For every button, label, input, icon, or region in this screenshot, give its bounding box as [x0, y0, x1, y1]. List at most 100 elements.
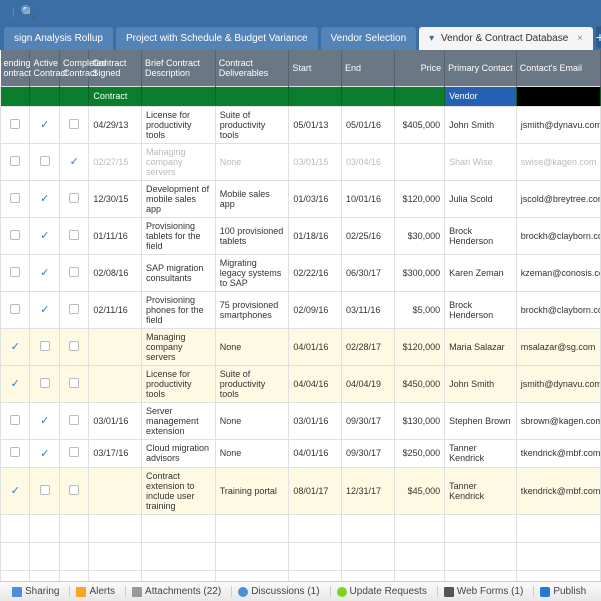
cell-active[interactable]: ✓ — [30, 106, 59, 143]
cell-active[interactable]: ✓ — [30, 439, 59, 467]
cell-contact[interactable]: Stephen Brown — [445, 402, 517, 439]
cell-description[interactable]: Managing company servers — [142, 328, 216, 365]
filter-cell[interactable] — [30, 86, 59, 106]
table-row[interactable]: ✓Managing company serversNone04/01/1602/… — [1, 328, 601, 365]
cell-completed[interactable] — [59, 328, 88, 365]
cell-price[interactable]: $450,000 — [394, 365, 445, 402]
cell-active[interactable] — [30, 328, 59, 365]
table-row[interactable]: ✓01/11/16Provisioning tablets for the fi… — [1, 217, 601, 254]
cell-price[interactable]: $405,000 — [394, 106, 445, 143]
cell-signed[interactable]: 01/11/16 — [89, 217, 142, 254]
status-discussions[interactable]: Discussions (1) — [231, 586, 325, 597]
checkbox[interactable] — [69, 267, 79, 277]
cell-completed[interactable] — [59, 106, 88, 143]
cell-contact[interactable]: Maria Salazar — [445, 328, 517, 365]
col-price[interactable]: Price — [394, 50, 445, 86]
col-pending[interactable]: ending ontract — [1, 50, 30, 86]
cell-completed[interactable] — [59, 291, 88, 328]
cell-start[interactable]: 02/22/16 — [289, 254, 342, 291]
cell-active[interactable] — [30, 467, 59, 514]
cell-price[interactable]: $45,000 — [394, 467, 445, 514]
filter-cell[interactable] — [1, 86, 30, 106]
status-alerts[interactable]: Alerts — [69, 586, 121, 597]
filter-cell[interactable] — [142, 86, 216, 106]
cell-price[interactable]: $120,000 — [394, 328, 445, 365]
checkbox[interactable] — [40, 378, 50, 388]
checkbox[interactable] — [69, 415, 79, 425]
col-primary-contact[interactable]: Primary Contact — [445, 50, 517, 86]
cell-deliverables[interactable]: Suite of productivity tools — [215, 106, 289, 143]
cell-signed[interactable]: 02/11/16 — [89, 291, 142, 328]
cell-contact[interactable]: Tanner Kendrick — [445, 467, 517, 514]
cell-end[interactable]: 04/04/19 — [342, 365, 395, 402]
filter-cell[interactable] — [59, 86, 88, 106]
status-update-requests[interactable]: Update Requests — [330, 586, 433, 597]
cell-end[interactable]: 02/25/16 — [342, 217, 395, 254]
cell-signed[interactable] — [89, 365, 142, 402]
checkbox[interactable] — [69, 341, 79, 351]
cell-email[interactable]: tkendrick@mbf.com — [516, 439, 600, 467]
cell-end[interactable]: 05/01/16 — [342, 106, 395, 143]
cell-contact[interactable]: Shari Wise — [445, 143, 517, 180]
cell-deliverables[interactable]: None — [215, 143, 289, 180]
checkbox[interactable] — [10, 415, 20, 425]
cell-start[interactable]: 01/03/16 — [289, 180, 342, 217]
cell-deliverables[interactable]: Mobile sales app — [215, 180, 289, 217]
cell-signed[interactable]: 02/27/15 — [89, 143, 142, 180]
checkbox[interactable] — [10, 193, 20, 203]
col-completed[interactable]: Completed Contract — [59, 50, 88, 86]
checkbox[interactable] — [40, 156, 50, 166]
cell-completed[interactable]: ✓ — [59, 143, 88, 180]
cell-pending[interactable] — [1, 143, 30, 180]
checkbox[interactable] — [69, 230, 79, 240]
cell-deliverables[interactable]: 100 provisioned tablets — [215, 217, 289, 254]
cell-signed[interactable]: 04/29/13 — [89, 106, 142, 143]
cell-deliverables[interactable]: Migrating legacy systems to SAP — [215, 254, 289, 291]
cell-contact[interactable]: John Smith — [445, 365, 517, 402]
cell-end[interactable]: 12/31/17 — [342, 467, 395, 514]
cell-active[interactable] — [30, 143, 59, 180]
status-publish[interactable]: Publish — [533, 586, 592, 597]
cell-pending[interactable]: ✓ — [1, 328, 30, 365]
cell-price[interactable]: $30,000 — [394, 217, 445, 254]
checkbox[interactable] — [40, 341, 50, 351]
cell-deliverables[interactable]: 75 provisioned smartphones — [215, 291, 289, 328]
cell-price[interactable]: $5,000 — [394, 291, 445, 328]
col-email[interactable]: Contact's Email — [516, 50, 600, 86]
table-row-empty[interactable] — [1, 570, 601, 581]
col-signed[interactable]: Contract Signed — [89, 50, 142, 86]
checkbox[interactable] — [10, 267, 20, 277]
cell-contact[interactable]: Julia Scold — [445, 180, 517, 217]
filter-cell[interactable] — [394, 86, 445, 106]
checkbox[interactable] — [69, 447, 79, 457]
col-deliverables[interactable]: Contract Deliverables — [215, 50, 289, 86]
cell-completed[interactable] — [59, 365, 88, 402]
tab-vendor-contract-db[interactable]: ▾ Vendor & Contract Database × — [419, 27, 593, 50]
cell-deliverables[interactable]: None — [215, 402, 289, 439]
checkbox[interactable] — [10, 447, 20, 457]
status-web-forms[interactable]: Web Forms (1) — [437, 586, 530, 597]
filter-cell[interactable] — [516, 86, 600, 106]
search-icon[interactable]: 🔍 — [21, 5, 36, 19]
cell-completed[interactable] — [59, 180, 88, 217]
cell-description[interactable]: Provisioning tablets for the field — [142, 217, 216, 254]
cell-description[interactable]: SAP migration consultants — [142, 254, 216, 291]
cell-contact[interactable]: Tanner Kendrick — [445, 439, 517, 467]
cell-active[interactable]: ✓ — [30, 291, 59, 328]
table-row[interactable]: ✓02/11/16Provisioning phones for the fie… — [1, 291, 601, 328]
cell-end[interactable]: 09/30/17 — [342, 402, 395, 439]
filter-cell[interactable] — [289, 86, 342, 106]
cell-email[interactable]: swise@kagen.com — [516, 143, 600, 180]
checkbox[interactable] — [10, 119, 20, 129]
filter-contract[interactable]: Contract — [89, 86, 142, 106]
cell-end[interactable]: 10/01/16 — [342, 180, 395, 217]
cell-email[interactable]: sbrown@kagen.com — [516, 402, 600, 439]
cell-start[interactable]: 04/01/16 — [289, 439, 342, 467]
cell-description[interactable]: Development of mobile sales app — [142, 180, 216, 217]
close-icon[interactable]: × — [577, 33, 583, 44]
checkbox[interactable] — [10, 304, 20, 314]
cell-description[interactable]: License for productivity tools — [142, 365, 216, 402]
cell-email[interactable]: brockh@clayborn.com — [516, 217, 600, 254]
tab-vendor-selection[interactable]: Vendor Selection — [321, 27, 417, 50]
cell-pending[interactable] — [1, 217, 30, 254]
